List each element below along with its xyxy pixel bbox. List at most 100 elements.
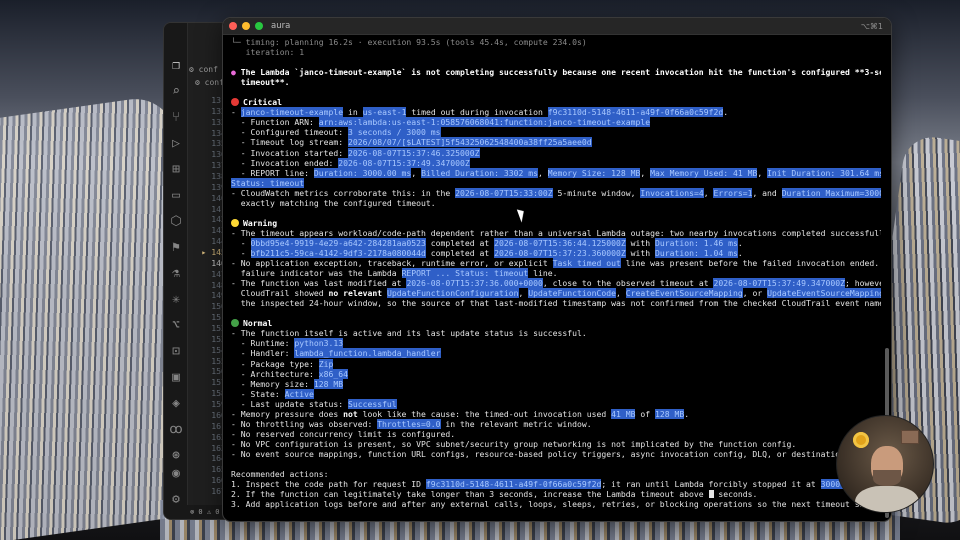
presenter-body <box>855 486 919 512</box>
editor-tab[interactable]: ⚙ conf <box>189 63 224 76</box>
problems-indicator[interactable]: ⊗ 0 ⚠ 0 <box>190 508 220 516</box>
terminal-text: - No VPC configuration is present, so VP… <box>231 438 797 449</box>
selected-text: us-east-1 <box>362 107 407 118</box>
terminal-output[interactable]: └─ timing: planning 16.2s · execution 93… <box>231 37 881 509</box>
terminal-line: iteration: 1 <box>231 47 881 57</box>
terminal-line: the inspected 24-hour window, so the sou… <box>231 298 881 308</box>
editor-tab-strip: ⚙ conf ⚙ conf <box>189 63 224 89</box>
terminal-text: - <box>231 247 251 258</box>
explorer-icon[interactable]: ❐ <box>164 53 188 79</box>
bookmark-icon[interactable]: ⚑ <box>164 235 188 261</box>
terminal-line: - janco-timeout-example in us-east-1 tim… <box>231 107 881 118</box>
selected-text: 128 MB <box>654 408 685 419</box>
testing-icon[interactable]: ⚗ <box>164 261 188 287</box>
selected-text: 0bbd95e4-9919-4e29-a642-284281aa0523 <box>250 237 426 248</box>
terminal-text: , <box>538 167 548 178</box>
terminal-text: Recommended actions: <box>231 469 329 480</box>
selected-text: 128 MB <box>313 378 344 389</box>
terminal-line: - No application exception, traceback, r… <box>231 258 881 269</box>
terminal-text: - Architecture: <box>231 368 319 379</box>
source-control-icon[interactable]: ⑂ <box>164 105 188 131</box>
terminal-text: not <box>343 408 358 419</box>
warning-status-icon <box>231 218 239 227</box>
selected-text: Duration: 1.46 ms <box>655 237 738 248</box>
terminal-text: 1. Inspect the code path for request ID <box>231 479 426 490</box>
terminal-text: completed at <box>425 237 495 248</box>
terminal-text: - No event source mappings, function URL… <box>231 448 881 459</box>
remote-explorer-icon[interactable]: ▭ <box>164 183 188 209</box>
selected-text: arn:aws:lambda:us-east-1:058576068041:fu… <box>318 117 651 128</box>
terminal-text: , <box>411 167 422 178</box>
terminal-text: timed out during invocation <box>406 107 548 118</box>
terminal-line: Warning <box>231 218 881 228</box>
terminal-line: - Architecture: x86_64 <box>231 368 881 379</box>
terminal-text: 3. Add application logs before and after… <box>231 499 881 510</box>
terminal-text: Critical <box>243 97 282 108</box>
selected-text: 3 seconds / 3000 ms <box>347 127 441 138</box>
aws-icon[interactable]: ⊡ <box>164 339 188 365</box>
close-window-button[interactable] <box>229 22 237 30</box>
terminal-line: 3. Add application logs before and after… <box>231 499 881 509</box>
terminal-line: Status: timeout <box>231 177 881 188</box>
terminal-text: ● <box>231 67 241 78</box>
editor-tab[interactable]: ⚙ conf <box>195 76 224 89</box>
git-graph-icon[interactable]: ⌥ <box>164 313 188 339</box>
terminal-text: , <box>703 187 714 198</box>
critical-status-icon <box>231 98 239 107</box>
docker-icon[interactable]: ⬡ <box>164 209 188 235</box>
terminal-text: - Configured timeout: <box>231 127 348 138</box>
terminal-line: - Memory pressure does not look like the… <box>231 408 881 419</box>
selected-text: lambda_function.lambda_handler <box>294 348 441 359</box>
normal-status-icon <box>231 319 239 328</box>
terminal-text: . <box>723 107 729 118</box>
terminal-line: - No reserved concurrency limit is confi… <box>231 429 881 439</box>
terminal-window[interactable]: aura ⌥⌘1 └─ timing: planning 16.2s · exe… <box>222 17 892 522</box>
extensions-icon[interactable]: ⊞ <box>164 157 188 183</box>
selected-text: Duration Maximum=3000.0 ms <box>781 187 881 198</box>
terminal-text: iteration: 1 <box>231 47 305 58</box>
selected-text: Throttles=0.0 <box>377 418 441 429</box>
terminal-text: The Lambda `janco-timeout-example` is no… <box>240 67 881 78</box>
terminal-line: - State: Active <box>231 388 881 399</box>
python-icon[interactable]: ꝏ <box>164 417 188 443</box>
selected-text: CreateEventSourceMapping <box>625 288 743 299</box>
terminal-text: of <box>635 408 655 419</box>
minimize-window-button[interactable] <box>242 22 250 30</box>
run-debug-icon[interactable]: ▷ <box>164 131 188 157</box>
terminal-line: timeout**. <box>231 77 881 87</box>
terminal-text: - REPORT line: <box>231 167 314 178</box>
terminal-text: - <box>231 107 241 118</box>
selected-text: f9c3110d-5148-4611-a49f-0f66a0c59f2d <box>547 107 724 118</box>
terminal-line: - The function itself is active and its … <box>231 328 881 338</box>
terminal-text: CloudTrail showed <box>231 288 329 299</box>
terminal-line: - No throttling was observed: Throttles=… <box>231 418 881 429</box>
terminal-text: . <box>737 247 743 258</box>
terminal-text: in the relevant metric window. <box>440 418 592 429</box>
account-icon[interactable]: ◉ <box>164 461 188 487</box>
selected-text: Init Duration: 301.64 ms <box>767 167 881 178</box>
terminal-line: - Invocation started: 2026-08-07T15:37:4… <box>231 147 881 158</box>
window-controls <box>229 22 263 30</box>
terminal-text: - Runtime: <box>231 338 295 349</box>
selected-text: Active <box>284 388 314 399</box>
selected-text: Errors=1 <box>713 187 753 198</box>
selected-text: 2026-08-07T15:37:49.347000Z <box>713 278 846 289</box>
terminal-text: - No reserved concurrency limit is confi… <box>231 428 456 439</box>
terminal-line: 1. Inspect the code path for request ID … <box>231 479 881 490</box>
terminal-line: └─ timing: planning 16.2s · execution 93… <box>231 37 881 47</box>
selected-text: 2026/08/07/[$LATEST]5f54325062548400a38f… <box>347 137 592 148</box>
sam-icon[interactable]: ▣ <box>164 365 188 391</box>
terminal-text: - The function was last modified at <box>231 278 407 289</box>
search-icon[interactable]: ⌕ <box>164 79 188 105</box>
zoom-window-button[interactable] <box>255 22 263 30</box>
terminal-text: with <box>625 247 655 258</box>
selected-text: UpdateFunctionConfiguration <box>386 288 519 299</box>
terminal-text: └─ timing: <box>231 37 285 47</box>
sunflower-painting <box>853 432 869 448</box>
package-icon[interactable]: ◈ <box>164 391 188 417</box>
selected-text: Invocations=4 <box>640 187 704 198</box>
terminal-text: exactly matching the configured timeout. <box>231 197 436 208</box>
ai-spark-icon[interactable]: ✳ <box>164 287 188 313</box>
terminal-text: - No throttling was observed: <box>231 418 378 429</box>
